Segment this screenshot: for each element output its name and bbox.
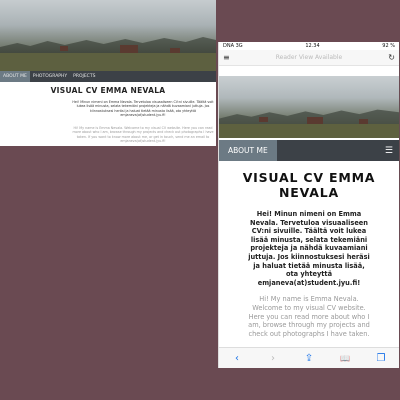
hero-landscape-image [219, 76, 399, 138]
intro-paragraph-en: Hi! My name is Emma Nevala. Welcome to m… [248, 295, 370, 338]
hero-landscape-image [0, 0, 216, 71]
url-text[interactable]: Reader View Available [276, 54, 342, 61]
mobile-preview: DNA 3G 12.34 92 % ≡ Reader View Availabl… [218, 42, 399, 368]
intro-paragraph-en: Hi! My name is Emma Nevala. Welcome to m… [72, 126, 214, 143]
intro-paragraph-fi: Hei! Minun nimeni on Emma Nevala. Tervet… [248, 210, 370, 287]
address-bar[interactable]: ≡ Reader View Available ↻ [219, 50, 399, 66]
nav-tab-photography[interactable]: PHOTOGRAPHY [30, 71, 70, 82]
desktop-preview: ABOUT ME PHOTOGRAPHY PROJECTS VISUAL CV … [0, 0, 216, 146]
desktop-nav-bar: ABOUT ME PHOTOGRAPHY PROJECTS [0, 71, 216, 82]
tabs-icon[interactable]: ❐ [373, 353, 389, 364]
share-icon[interactable]: ⇪ [301, 353, 317, 364]
reader-menu-icon[interactable]: ≡ [223, 53, 230, 62]
page-title: VISUAL CV EMMA NEVALA [50, 86, 166, 95]
page-title: VISUAL CV EMMA NEVALA [242, 170, 376, 200]
reload-icon[interactable]: ↻ [388, 53, 395, 62]
nav-tab-about-me[interactable]: ABOUT ME [219, 140, 277, 161]
mobile-nav-bar: ABOUT ME ☰ [219, 140, 399, 161]
hamburger-menu-icon[interactable]: ☰ [385, 146, 399, 156]
intro-paragraph-fi: Hei! Minun nimeni on Emma Nevala. Tervet… [72, 100, 214, 117]
forward-icon[interactable]: › [265, 353, 281, 364]
browser-toolbar: ‹ › ⇪ 📖 ❐ [219, 347, 399, 368]
nav-tab-projects[interactable]: PROJECTS [70, 71, 98, 82]
back-icon[interactable]: ‹ [229, 353, 245, 364]
battery-label: 92 % [382, 43, 395, 49]
nav-tab-about-me[interactable]: ABOUT ME [0, 71, 30, 82]
bookmarks-icon[interactable]: 📖 [337, 354, 353, 363]
carrier-label: DNA 3G [223, 43, 243, 49]
status-bar: DNA 3G 12.34 92 % [219, 42, 399, 50]
time-label: 12.34 [305, 43, 320, 49]
